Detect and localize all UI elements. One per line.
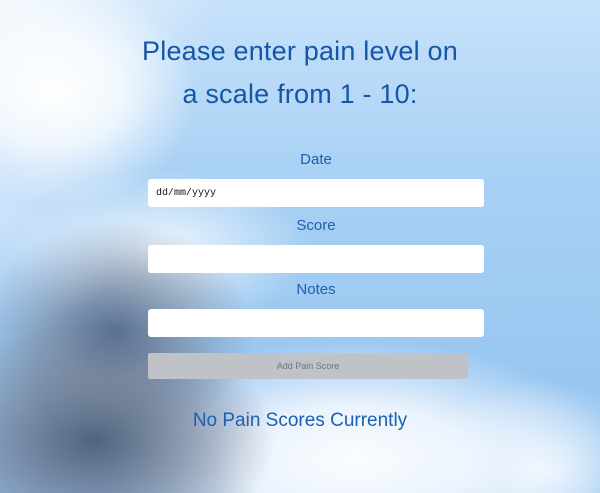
score-label: Score bbox=[296, 217, 336, 234]
add-pain-score-button[interactable]: Add Pain Score bbox=[148, 353, 468, 379]
date-field[interactable] bbox=[148, 179, 484, 207]
date-label: Date bbox=[300, 151, 332, 168]
score-field[interactable] bbox=[148, 245, 484, 273]
page-title: Please enter pain level on a scale from … bbox=[0, 30, 600, 116]
notes-field[interactable] bbox=[148, 309, 484, 337]
empty-state-message: No Pain Scores Currently bbox=[192, 410, 408, 431]
pain-score-page: Please enter pain level on a scale from … bbox=[0, 0, 600, 493]
title-line-2: a scale from 1 - 10: bbox=[182, 79, 418, 109]
notes-label: Notes bbox=[296, 281, 336, 298]
title-line-1: Please enter pain level on bbox=[142, 36, 458, 66]
